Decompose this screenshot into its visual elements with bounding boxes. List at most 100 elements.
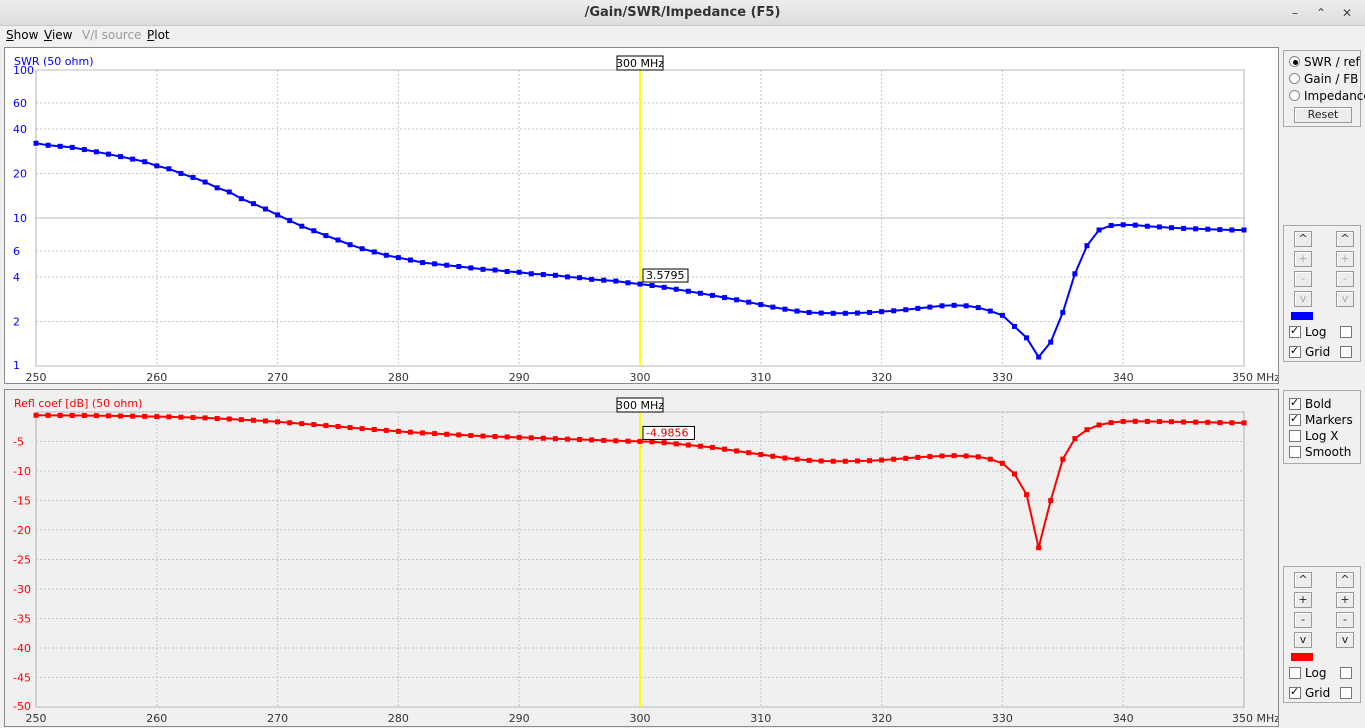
checkbox-icon — [1289, 685, 1301, 699]
y-tick-label: 20 — [13, 167, 27, 180]
bold-checkbox[interactable]: Bold — [1289, 396, 1332, 413]
swr-plot[interactable]: 1 2 4 6 10 20 40 60 100 250 260 270 280 290 300 310 320 3… — [4, 47, 1279, 384]
data-point — [504, 434, 510, 440]
mode-gain-radio[interactable]: Gain / FB — [1289, 72, 1358, 88]
data-point — [166, 166, 172, 172]
mode-panel: SWR / ref Gain / FB Impedance Reset — [1283, 50, 1365, 127]
data-point — [770, 453, 776, 459]
data-point — [746, 299, 752, 305]
refl-right-log-checkbox[interactable] — [1340, 667, 1352, 679]
data-point — [915, 454, 921, 460]
minimize-icon[interactable]: – — [1286, 4, 1304, 22]
menu-vi-source[interactable]: V/I source — [82, 28, 141, 42]
refl-color-swatch[interactable] — [1291, 653, 1313, 661]
swr-grid-checkbox[interactable]: Grid — [1289, 344, 1330, 361]
x-tick-label: 300 — [630, 712, 651, 725]
refl-log-checkbox[interactable]: Log — [1289, 666, 1326, 682]
checkbox-icon — [1289, 667, 1301, 679]
refl-right-minus-button[interactable]: - — [1336, 612, 1354, 628]
swr-left-up-button[interactable]: ^ — [1294, 231, 1312, 247]
data-point — [903, 307, 909, 313]
data-point — [359, 246, 365, 252]
refl-coef-plot[interactable]: -50 -45 -40 -35 -30 -25 -20 -15 -10 -5 250 260 270 28… — [4, 389, 1279, 727]
data-point — [130, 413, 136, 419]
data-point — [420, 260, 426, 266]
refl-grid-checkbox[interactable]: Grid — [1289, 685, 1330, 702]
data-point — [480, 266, 486, 272]
data-point — [1205, 419, 1211, 425]
swr-left-minus-button[interactable]: - — [1294, 271, 1312, 287]
data-point — [190, 415, 196, 421]
y-axis-label: Refl coef [dB] (50 ohm) — [14, 397, 142, 410]
data-point — [202, 179, 208, 185]
refl-left-plus-button[interactable]: + — [1294, 592, 1312, 608]
refl-right-down-button[interactable]: v — [1336, 632, 1354, 648]
x-tick-label: 310 — [750, 712, 771, 725]
data-point — [81, 413, 87, 419]
refl-right-up-button[interactable]: ^ — [1336, 572, 1354, 588]
data-point — [987, 456, 993, 462]
data-point — [1120, 222, 1126, 228]
swr-log-checkbox[interactable]: Log — [1289, 324, 1326, 341]
refl-left-down-button[interactable]: v — [1294, 632, 1312, 648]
swr-chart[interactable]: 124610204060100250 260 270 280 290 300 310 320 3… — [5, 48, 1278, 383]
data-point — [1084, 243, 1090, 249]
swr-right-plus-button[interactable]: + — [1336, 251, 1354, 267]
data-point — [335, 424, 341, 430]
data-point — [287, 218, 293, 224]
x-tick-label: 290 — [509, 371, 530, 383]
refl-coef-chart[interactable]: -50-45-40-35-30-25-20-15-10-5250 260 270 28… — [5, 390, 1278, 726]
menu-plot[interactable]: Plot — [147, 28, 170, 42]
data-point — [528, 271, 534, 277]
swr-color-swatch[interactable] — [1291, 312, 1313, 320]
refl-right-grid-checkbox[interactable] — [1340, 687, 1352, 699]
swr-right-minus-button[interactable]: - — [1336, 271, 1354, 287]
maximize-icon[interactable]: ⌃ — [1312, 4, 1330, 22]
data-point — [891, 456, 897, 462]
mode-swr-radio[interactable]: SWR / ref — [1289, 55, 1360, 71]
checkbox-icon — [1289, 430, 1301, 442]
data-point — [987, 308, 993, 314]
refl-left-up-button[interactable]: ^ — [1294, 572, 1312, 588]
data-point — [565, 436, 571, 442]
swr-right-up-button[interactable]: ^ — [1336, 231, 1354, 247]
y-tick-label: -5 — [13, 436, 24, 449]
window-title: /Gain/SWR/Impedance (F5) — [584, 5, 781, 20]
swr-right-down-button[interactable]: v — [1336, 291, 1354, 307]
close-icon[interactable]: ✕ — [1338, 4, 1356, 22]
swr-left-plus-button[interactable]: + — [1294, 251, 1312, 267]
data-point — [540, 272, 546, 278]
data-point — [45, 142, 51, 148]
data-point — [142, 159, 148, 165]
refl-axis-panel: ^ ^ + + - - v v Log Grid — [1283, 566, 1361, 703]
y-tick-label: 10 — [13, 212, 27, 225]
menu-view[interactable]: View — [44, 28, 72, 42]
data-point — [1108, 222, 1114, 228]
data-point — [1156, 224, 1162, 230]
swr-right-grid-checkbox[interactable] — [1340, 346, 1352, 358]
smooth-checkbox[interactable]: Smooth — [1289, 445, 1351, 461]
data-point — [69, 144, 75, 150]
logx-checkbox[interactable]: Log X — [1289, 429, 1338, 445]
data-point — [1241, 227, 1247, 233]
menu-show[interactable]: Show — [6, 28, 38, 42]
data-point — [601, 437, 607, 443]
data-point — [105, 151, 111, 157]
title-bar: /Gain/SWR/Impedance (F5) – ⌃ ✕ — [0, 0, 1365, 26]
data-point — [577, 436, 583, 442]
y-tick-label: -25 — [13, 554, 31, 567]
mode-impedance-radio[interactable]: Impedance — [1289, 89, 1365, 105]
x-tick-label: 280 — [388, 712, 409, 725]
data-point — [867, 458, 873, 464]
y-tick-label: 6 — [13, 245, 20, 258]
y-tick-label: 1 — [13, 359, 20, 372]
refl-right-plus-button[interactable]: + — [1336, 592, 1354, 608]
y-tick-label: -10 — [13, 465, 31, 478]
refl-left-minus-button[interactable]: - — [1294, 612, 1312, 628]
swr-right-log-checkbox[interactable] — [1340, 326, 1352, 338]
data-point — [93, 413, 99, 419]
data-point — [1120, 418, 1126, 424]
reset-button[interactable]: Reset — [1294, 107, 1352, 123]
swr-left-down-button[interactable]: v — [1294, 291, 1312, 307]
markers-checkbox[interactable]: Markers — [1289, 412, 1353, 429]
